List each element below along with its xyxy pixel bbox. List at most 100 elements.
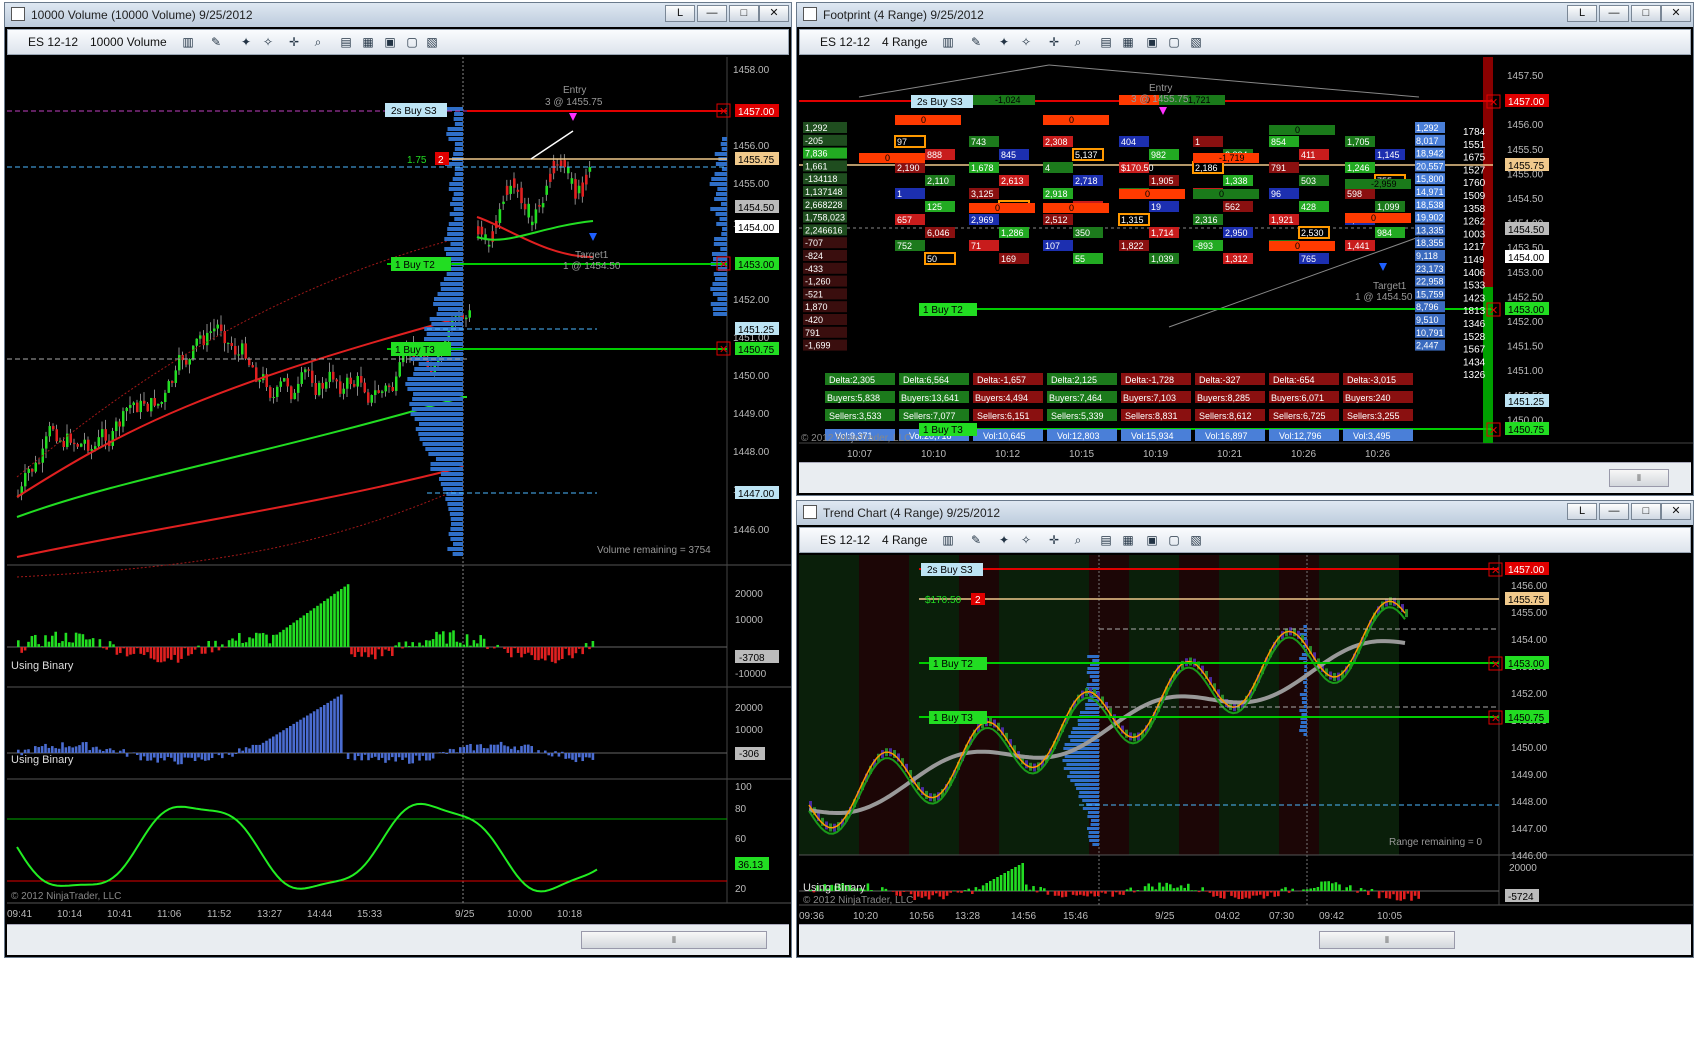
histogram-bar (343, 586, 346, 647)
bar-type-icon[interactable]: ▥ (180, 34, 196, 50)
data-box-icon[interactable]: ▦ (360, 34, 376, 50)
order-t3-label[interactable]: 1 Buy T3 (919, 423, 977, 436)
zoom-icon[interactable]: ⌕ (1070, 532, 1086, 548)
order-t2-label[interactable]: 1 Buy T2 (929, 657, 987, 670)
window-list-icon[interactable]: ▧ (1188, 532, 1204, 548)
properties-icon[interactable]: ▢ (1166, 532, 1182, 548)
properties-icon[interactable]: ▢ (404, 34, 420, 50)
chart-trader-icon[interactable]: ▤ (338, 34, 354, 50)
footprint-value: 2,316 (1195, 215, 1218, 225)
zoom-icon[interactable]: ⌕ (310, 34, 326, 50)
order-t2-label[interactable]: 1 Buy T2 (391, 257, 451, 271)
order-s3-label[interactable]: 2s Buy S3 (921, 563, 983, 576)
properties-icon[interactable]: ▢ (1166, 34, 1182, 50)
order-s3-label[interactable]: 2s Buy S3 (385, 103, 447, 117)
maximize-button[interactable]: □ (1631, 503, 1661, 520)
indicator-icon[interactable]: ✦ (996, 532, 1012, 548)
window-list-icon[interactable]: ▧ (1188, 34, 1204, 50)
close-button[interactable]: ✕ (1661, 5, 1691, 22)
data-box-icon[interactable]: ▦ (1120, 532, 1136, 548)
order-t3-label[interactable]: 1 Buy T3 (391, 342, 451, 356)
volume-chart-canvas[interactable]: 2s Buy S3 1 Buy T2 1 Buy T3 1.75 2 Entry… (7, 57, 791, 923)
layout-button[interactable]: L (665, 5, 695, 22)
horizontal-scrollbar[interactable]: ⦀ (799, 462, 1691, 493)
window-list-icon[interactable]: ▧ (424, 34, 440, 50)
bar-type-icon[interactable]: ▥ (940, 34, 956, 50)
drawing-pencil-icon[interactable]: ✎ (968, 532, 984, 548)
order-t3-label[interactable]: 1 Buy T3 (929, 711, 987, 724)
title-bar[interactable]: 10000 Volume (10000 Volume) 9/25/2012 L … (5, 3, 791, 27)
footprint-plot-area[interactable]: 1,292 -205 7,836 1,661 -134118 1,137148 2,6682… (799, 57, 1693, 461)
zoom-icon[interactable]: ⌕ (1070, 34, 1086, 50)
delta-value: 7,836 (805, 149, 828, 159)
minimize-button[interactable]: — (1599, 503, 1629, 520)
instrument-selector[interactable]: ES 12-12 (820, 35, 870, 49)
volume-value: 1262 (1463, 217, 1486, 228)
snapshot-icon[interactable]: ▣ (1144, 34, 1160, 50)
indicator-icon[interactable]: ✦ (238, 34, 254, 50)
horizontal-scrollbar[interactable]: ⦀ (799, 924, 1691, 955)
crosshair-icon[interactable]: ✛ (286, 34, 302, 50)
volume-profile-bar (1070, 731, 1099, 734)
minimize-button[interactable]: — (1599, 5, 1629, 22)
period-selector[interactable]: 4 Range (882, 35, 927, 49)
cancel-s3-icon[interactable]: ✕ (1486, 94, 1501, 109)
snapshot-icon[interactable]: ▣ (1144, 532, 1160, 548)
histogram-bar (1003, 873, 1006, 891)
snapshot-icon[interactable]: ▣ (382, 34, 398, 50)
strategy-icon[interactable]: ✧ (1018, 34, 1034, 50)
maximize-button[interactable]: □ (1631, 5, 1661, 22)
strategy-icon[interactable]: ✧ (260, 34, 276, 50)
cancel-t2-icon[interactable]: ✕ (716, 256, 731, 271)
crosshair-icon[interactable]: ✛ (1046, 532, 1062, 548)
oscillator-line (16, 802, 598, 893)
footprint-value: 3,125 (971, 189, 994, 199)
close-button[interactable]: ✕ (1661, 503, 1691, 520)
title-bar[interactable]: Trend Chart (4 Range) 9/25/2012 L — □ ✕ (797, 501, 1693, 525)
instrument-selector[interactable]: ES 12-12 (820, 533, 870, 547)
cancel-t3-icon[interactable]: ✕ (1486, 422, 1501, 437)
time-axis[interactable]: 09:36 10:20 10:56 13:28 14:56 15:46 9/25 04:02 0… (799, 911, 1402, 922)
bar-type-icon[interactable]: ▥ (940, 532, 956, 548)
cancel-s3-icon[interactable]: ✕ (1488, 562, 1503, 577)
time-axis[interactable]: 09:41 10:14 10:41 11:06 11:52 13:27 14:44 15:33… (7, 909, 582, 920)
time-axis[interactable]: 10:07 10:10 10:12 10:15 10:19 10:21 10:26 10:26 (847, 449, 1390, 460)
indicator-icon[interactable]: ✦ (996, 34, 1012, 50)
trend-canvas[interactable]: 2s Buy S3 1 Buy T2 1 Buy T3 $170.50 2 Ra… (799, 555, 1693, 923)
data-box-icon[interactable]: ▦ (1120, 34, 1136, 50)
trend-plot-area[interactable]: 2s Buy S3 1 Buy T2 1 Buy T3 $170.50 2 Ra… (799, 555, 1693, 923)
order-t2-label[interactable]: 1 Buy T2 (919, 303, 977, 316)
drawing-pencil-icon[interactable]: ✎ (208, 34, 224, 50)
scrollbar-thumb[interactable]: ⦀ (581, 931, 767, 949)
footprint-canvas[interactable]: 1,292 -205 7,836 1,661 -134118 1,137148 2,6682… (799, 57, 1693, 461)
minimize-button[interactable]: — (697, 5, 727, 22)
horizontal-scrollbar[interactable]: ⦀ (7, 924, 789, 955)
chart-trader-icon[interactable]: ▤ (1098, 532, 1114, 548)
period-selector[interactable]: 10000 Volume (90, 35, 167, 49)
chart-plot-area[interactable]: 2s Buy S3 1 Buy T2 1 Buy T3 1.75 2 Entry… (7, 57, 791, 923)
crosshair-icon[interactable]: ✛ (1046, 34, 1062, 50)
close-button[interactable]: ✕ (759, 5, 789, 22)
title-bar[interactable]: Footprint (4 Range) 9/25/2012 L — □ ✕ (797, 3, 1693, 27)
layout-button[interactable]: L (1567, 503, 1597, 520)
maximize-button[interactable]: □ (729, 5, 759, 22)
cancel-t3-icon[interactable]: ✕ (1488, 710, 1503, 725)
cancel-s3-icon[interactable]: ✕ (716, 103, 731, 118)
scrollbar-thumb[interactable]: ⦀ (1319, 931, 1455, 949)
volume-profile-bar (448, 507, 463, 511)
order-s3-label[interactable]: 2s Buy S3 (911, 95, 973, 108)
cancel-t3-icon[interactable]: ✕ (716, 341, 731, 356)
candle (69, 433, 72, 443)
period-selector[interactable]: 4 Range (882, 533, 927, 547)
drawing-pencil-icon[interactable]: ✎ (968, 34, 984, 50)
cancel-t2-icon[interactable]: ✕ (1488, 656, 1503, 671)
instrument-selector[interactable]: ES 12-12 (28, 35, 78, 49)
price-axis[interactable]: 1457.501456.501456.001455.501455.001454.… (1507, 71, 1544, 426)
cancel-t2-icon[interactable]: ✕ (1486, 302, 1501, 317)
scrollbar-thumb[interactable]: ⦀ (1609, 469, 1669, 487)
strategy-icon[interactable]: ✧ (1018, 532, 1034, 548)
layout-button[interactable]: L (1567, 5, 1597, 22)
candle (516, 189, 520, 192)
chart-trader-icon[interactable]: ▤ (1098, 34, 1114, 50)
price-axis[interactable]: 1458.001456.001455.001453.001452.001451.… (733, 65, 770, 536)
